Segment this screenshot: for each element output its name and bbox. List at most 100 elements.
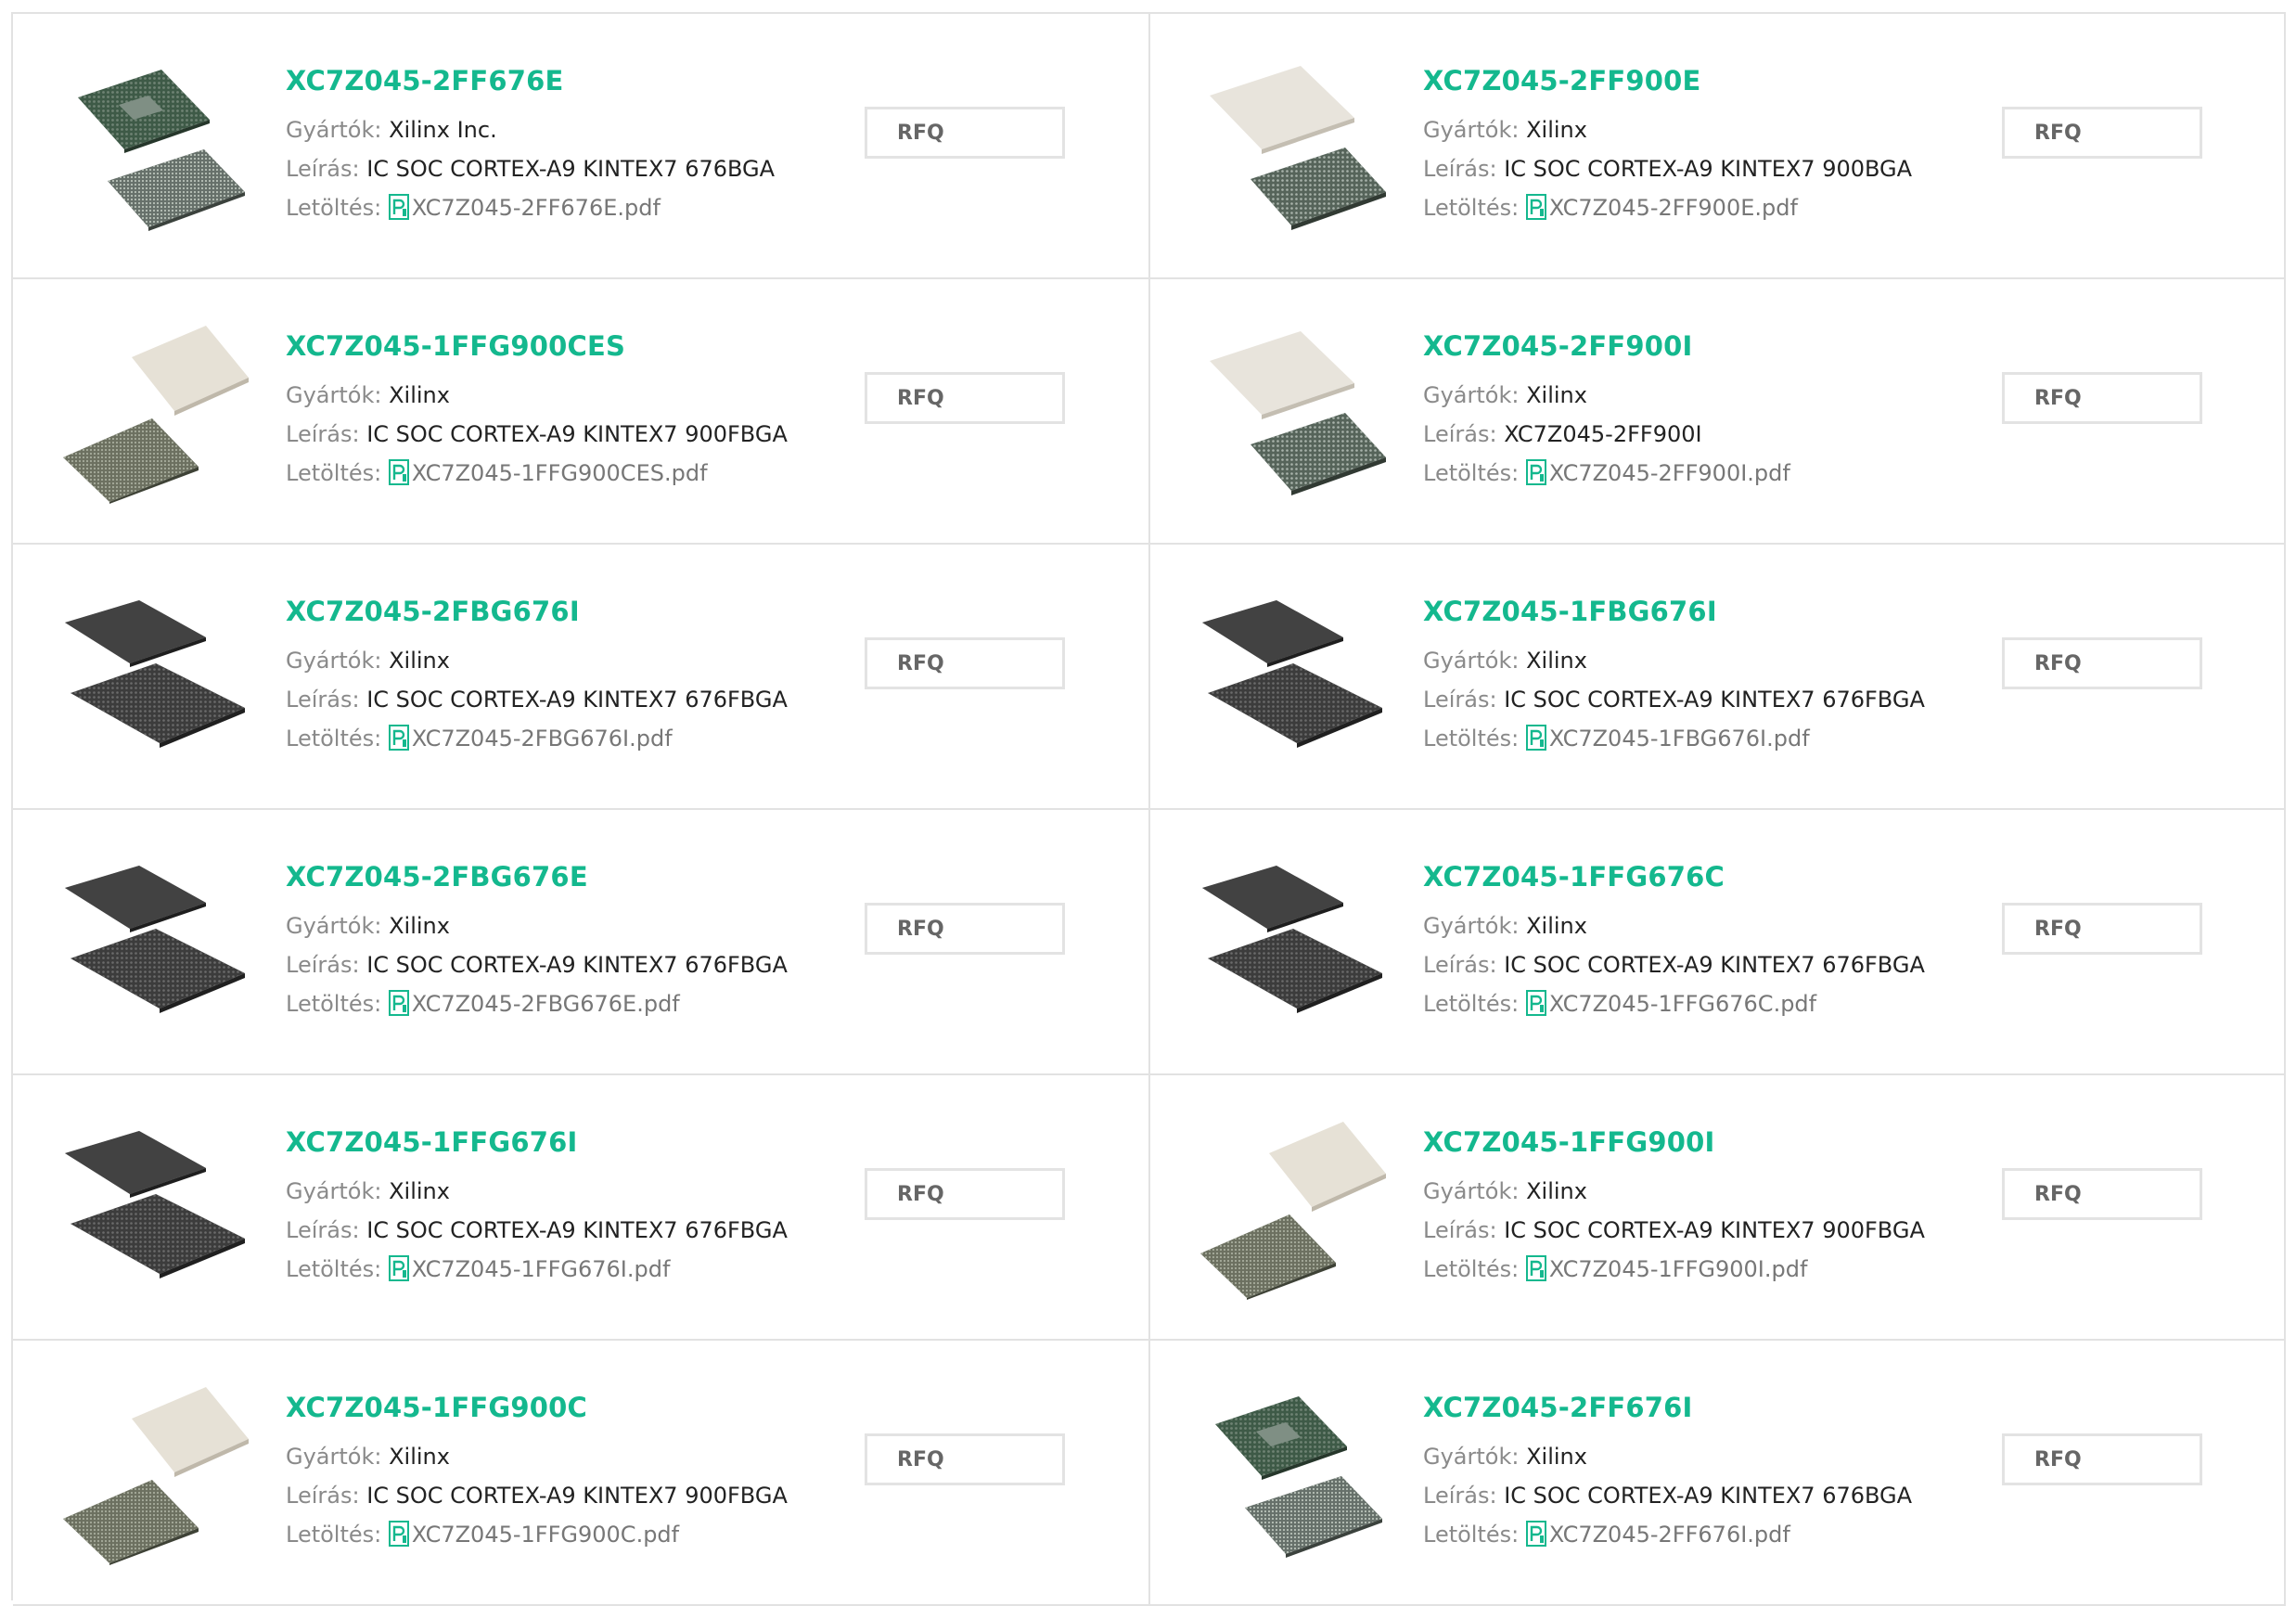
pdf-download-link[interactable]: XC7Z045-1FFG900C.pdf <box>388 1520 679 1548</box>
rfq-button[interactable]: RFQ <box>2002 637 2202 689</box>
product-title-link[interactable]: XC7Z045-2FF676I <box>1423 1389 1998 1426</box>
rfq-button[interactable]: RFQ <box>865 107 1065 159</box>
product-title-link[interactable]: XC7Z045-2FBG676I <box>286 593 861 630</box>
product-image[interactable] <box>1197 849 1392 1034</box>
product-image[interactable] <box>59 318 254 504</box>
description-value: IC SOC CORTEX-A9 KINTEX7 676FBGA <box>1504 952 1925 978</box>
product-title-link[interactable]: XC7Z045-2FF900E <box>1423 62 1998 99</box>
pdf-download-link[interactable]: XC7Z045-2FF900I.pdf <box>1525 459 1790 486</box>
description-value: IC SOC CORTEX-A9 KINTEX7 676FBGA <box>366 1217 788 1243</box>
manufacturer-row: Gyártók: Xilinx <box>1423 641 1998 680</box>
product-title-link[interactable]: XC7Z045-2FF676E <box>286 62 861 99</box>
pdf-download-link[interactable]: XC7Z045-1FBG676I.pdf <box>1525 724 1810 752</box>
product-grid: XC7Z045-2FF676E Gyártók: Xilinx Inc. Leí… <box>11 12 2286 1606</box>
product-card: XC7Z045-1FFG900CES Gyártók: Xilinx Leírá… <box>13 279 1150 545</box>
product-title-link[interactable]: XC7Z045-1FFG676I <box>286 1124 861 1161</box>
download-row: Letöltés: XC7Z045-2FF900E.pdf <box>1423 188 1998 227</box>
manufacturer-label: Gyártók: <box>1423 1178 1520 1204</box>
description-row: Leírás: IC SOC CORTEX-A9 KINTEX7 900FBGA <box>286 1476 861 1515</box>
product-info: XC7Z045-2FF900E Gyártók: Xilinx Leírás: … <box>1423 62 1998 227</box>
rfq-button[interactable]: RFQ <box>2002 903 2202 955</box>
rfq-button[interactable]: RFQ <box>2002 372 2202 424</box>
product-card: XC7Z045-1FFG676C Gyártók: Xilinx Leírás:… <box>1150 810 2286 1075</box>
rfq-button[interactable]: RFQ <box>865 372 1065 424</box>
product-title-link[interactable]: XC7Z045-2FF900I <box>1423 328 1998 365</box>
product-info: XC7Z045-2FBG676E Gyártók: Xilinx Leírás:… <box>286 858 861 1023</box>
pdf-download-link[interactable]: XC7Z045-2FF676I.pdf <box>1525 1521 1790 1548</box>
product-title-link[interactable]: XC7Z045-2FBG676E <box>286 858 861 895</box>
download-row: Letöltés: XC7Z045-1FFG900CES.pdf <box>286 454 861 493</box>
description-label: Leírás: <box>1423 687 1497 713</box>
product-image[interactable] <box>1197 1114 1392 1300</box>
product-image[interactable] <box>59 53 254 238</box>
download-label: Letöltés: <box>1423 195 1520 221</box>
pdf-icon <box>1525 193 1546 220</box>
rfq-button[interactable]: RFQ <box>2002 1433 2202 1485</box>
description-value: IC SOC CORTEX-A9 KINTEX7 676BGA <box>366 156 776 182</box>
manufacturer-row: Gyártók: Xilinx <box>1423 906 1998 945</box>
pdf-icon <box>1525 724 1546 751</box>
download-label: Letöltés: <box>286 991 382 1017</box>
product-image[interactable] <box>1197 318 1392 504</box>
pdf-icon <box>388 724 409 751</box>
description-value: IC SOC CORTEX-A9 KINTEX7 676BGA <box>1504 1483 1913 1509</box>
manufacturer-row: Gyártók: Xilinx <box>1423 1172 1998 1211</box>
product-title-link[interactable]: XC7Z045-1FFG900C <box>286 1389 861 1426</box>
manufacturer-value: Xilinx <box>1526 648 1587 674</box>
download-row: Letöltés: XC7Z045-1FFG900C.pdf <box>286 1515 861 1554</box>
pdf-download-link[interactable]: XC7Z045-1FFG900I.pdf <box>1525 1255 1807 1282</box>
manufacturer-label: Gyártók: <box>1423 382 1520 408</box>
rfq-button[interactable]: RFQ <box>865 1433 1065 1485</box>
pdf-download-link[interactable]: XC7Z045-1FFG900CES.pdf <box>388 459 708 486</box>
product-title-link[interactable]: XC7Z045-1FBG676I <box>1423 593 1998 630</box>
pdf-download-link[interactable]: XC7Z045-2FF676E.pdf <box>388 193 661 221</box>
rfq-button[interactable]: RFQ <box>2002 1168 2202 1220</box>
description-label: Leírás: <box>1423 1483 1497 1509</box>
product-info: XC7Z045-1FBG676I Gyártók: Xilinx Leírás:… <box>1423 593 1998 758</box>
pdf-filename: XC7Z045-2FBG676I.pdf <box>411 726 673 752</box>
product-card: XC7Z045-2FF676I Gyártók: Xilinx Leírás: … <box>1150 1341 2286 1606</box>
product-image[interactable] <box>1197 53 1392 238</box>
description-row: Leírás: IC SOC CORTEX-A9 KINTEX7 676BGA <box>286 149 861 188</box>
pdf-filename: XC7Z045-1FBG676I.pdf <box>1548 726 1810 752</box>
product-image[interactable] <box>59 584 254 769</box>
pdf-download-link[interactable]: XC7Z045-1FFG676I.pdf <box>388 1255 670 1282</box>
pdf-download-link[interactable]: XC7Z045-2FBG676I.pdf <box>388 724 673 752</box>
pdf-download-link[interactable]: XC7Z045-2FF900E.pdf <box>1525 193 1798 221</box>
rfq-button[interactable]: RFQ <box>2002 107 2202 159</box>
product-card: XC7Z045-1FFG900I Gyártók: Xilinx Leírás:… <box>1150 1075 2286 1341</box>
manufacturer-value: Xilinx <box>389 913 450 939</box>
pdf-icon <box>388 1520 409 1547</box>
product-image[interactable] <box>1197 1380 1392 1565</box>
manufacturer-value: Xilinx <box>389 1444 450 1470</box>
download-label: Letöltés: <box>286 1256 382 1282</box>
description-value: IC SOC CORTEX-A9 KINTEX7 900FBGA <box>366 1483 788 1509</box>
product-image[interactable] <box>59 1114 254 1300</box>
product-image[interactable] <box>1197 584 1392 769</box>
description-label: Leírás: <box>286 1483 360 1509</box>
description-value: IC SOC CORTEX-A9 KINTEX7 900FBGA <box>1504 1217 1925 1243</box>
rfq-button[interactable]: RFQ <box>865 637 1065 689</box>
download-label: Letöltés: <box>1423 1522 1520 1548</box>
manufacturer-row: Gyártók: Xilinx <box>1423 376 1998 415</box>
description-value: IC SOC CORTEX-A9 KINTEX7 900FBGA <box>366 421 788 447</box>
description-label: Leírás: <box>1423 952 1497 978</box>
description-value: IC SOC CORTEX-A9 KINTEX7 676FBGA <box>366 952 788 978</box>
product-title-link[interactable]: XC7Z045-1FFG900CES <box>286 328 861 365</box>
rfq-button[interactable]: RFQ <box>865 903 1065 955</box>
description-row: Leírás: IC SOC CORTEX-A9 KINTEX7 676BGA <box>1423 1476 1998 1515</box>
manufacturer-value: Xilinx Inc. <box>389 117 497 143</box>
product-info: XC7Z045-2FF676I Gyártók: Xilinx Leírás: … <box>1423 1389 1998 1554</box>
product-title-link[interactable]: XC7Z045-1FFG676C <box>1423 858 1998 895</box>
rfq-button[interactable]: RFQ <box>865 1168 1065 1220</box>
pdf-download-link[interactable]: XC7Z045-2FBG676E.pdf <box>388 990 680 1017</box>
product-image[interactable] <box>59 849 254 1034</box>
pdf-icon <box>388 193 409 220</box>
description-label: Leírás: <box>1423 1217 1497 1243</box>
download-row: Letöltés: XC7Z045-1FBG676I.pdf <box>1423 719 1998 758</box>
product-card: XC7Z045-2FBG676E Gyártók: Xilinx Leírás:… <box>13 810 1150 1075</box>
product-image[interactable] <box>59 1380 254 1565</box>
product-title-link[interactable]: XC7Z045-1FFG900I <box>1423 1124 1998 1161</box>
pdf-download-link[interactable]: XC7Z045-1FFG676C.pdf <box>1525 990 1816 1017</box>
description-label: Leírás: <box>286 421 360 447</box>
